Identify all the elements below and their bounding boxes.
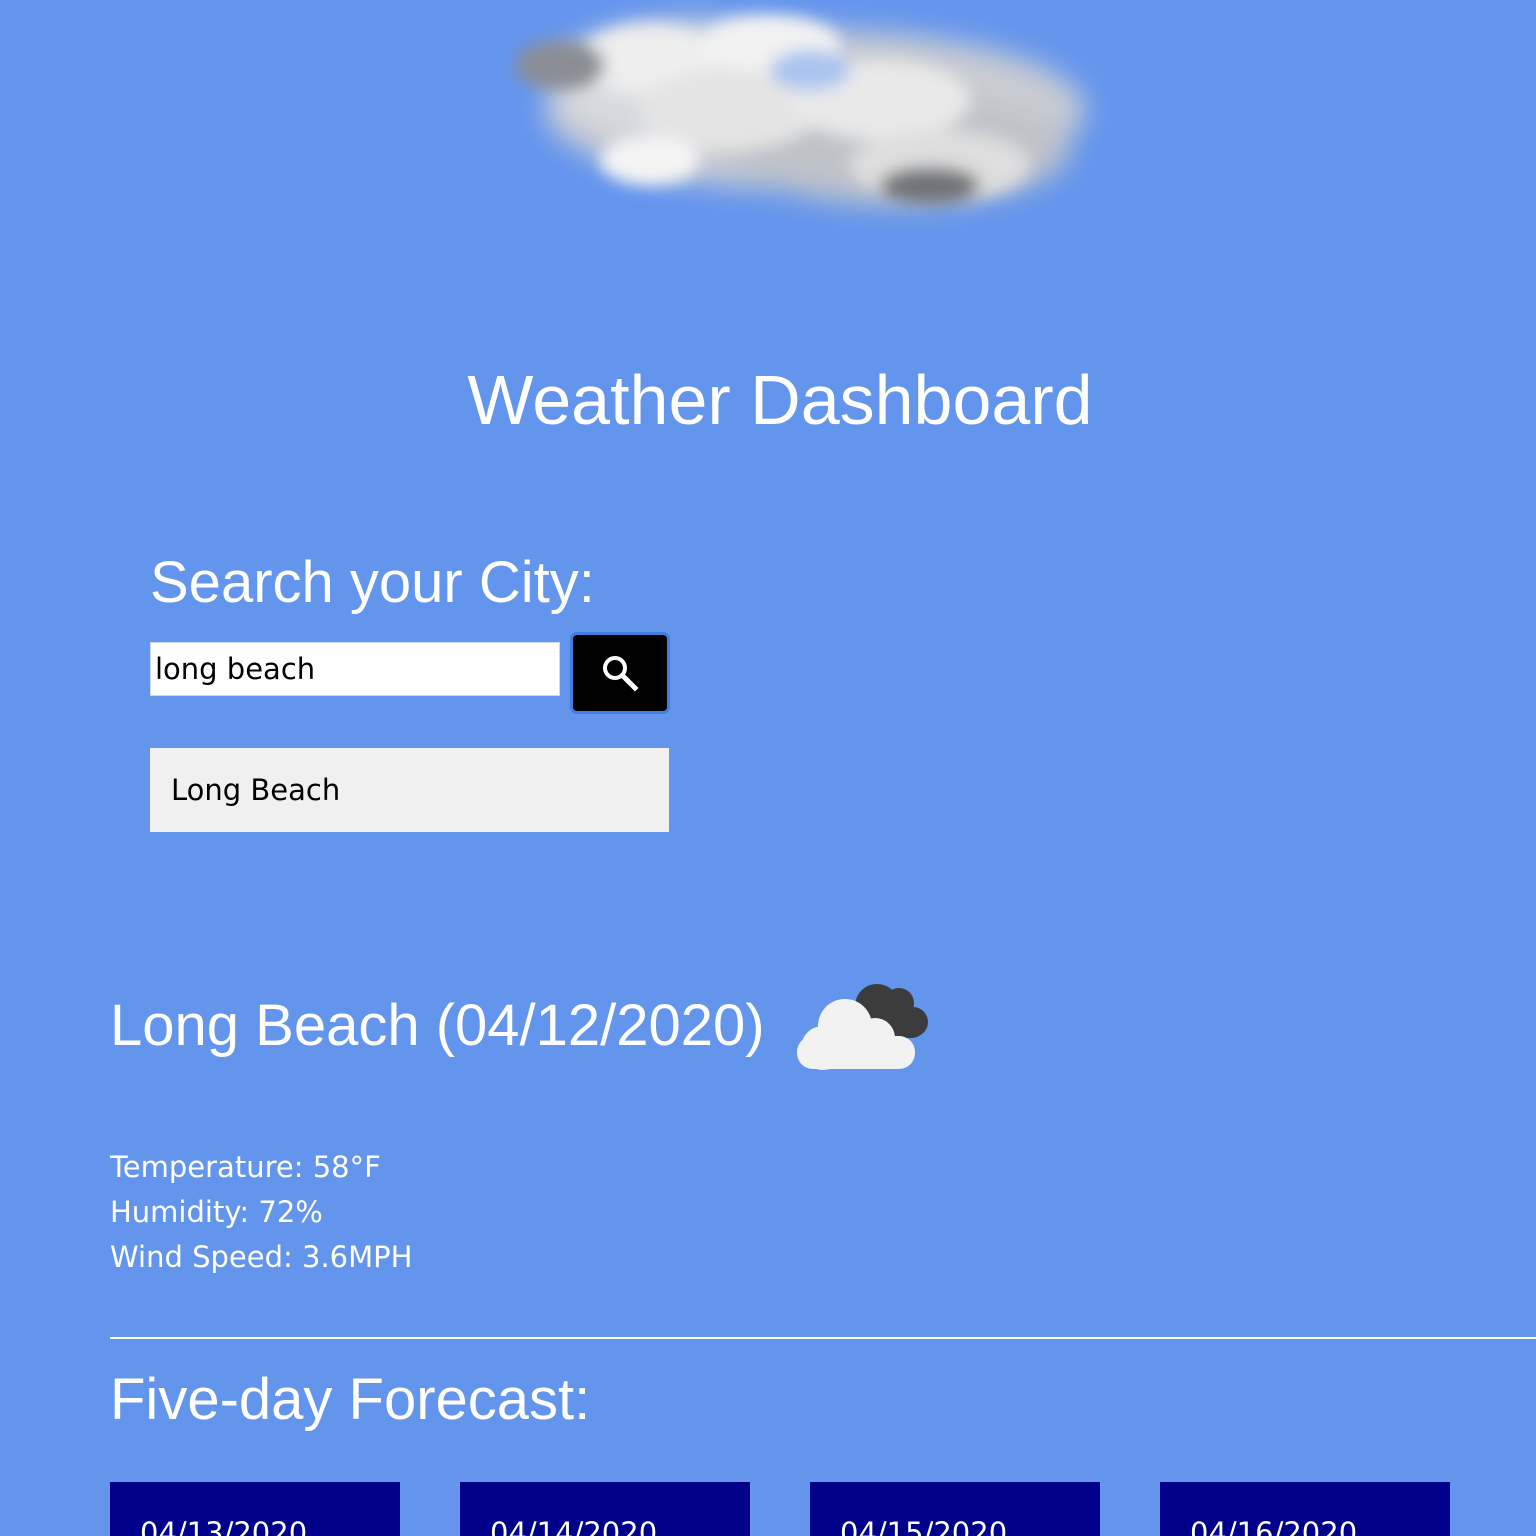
humidity-text: Humidity: 72% <box>110 1195 323 1229</box>
search-heading: Search your City: <box>150 550 595 615</box>
wind-speed-text: Wind Speed: 3.6MPH <box>110 1240 413 1274</box>
search-icon <box>603 656 639 692</box>
section-divider <box>110 1337 1536 1339</box>
city-search-input[interactable] <box>150 642 560 696</box>
forecast-cards: 04/13/2020 04/14/2020 04/15/2020 04/16/2… <box>110 1482 1450 1536</box>
forecast-card: 04/16/2020 <box>1160 1482 1450 1536</box>
broken-clouds-icon <box>796 984 928 1070</box>
forecast-date: 04/13/2020 <box>140 1516 308 1536</box>
current-city-title: Long Beach (04/12/2020) <box>110 993 765 1058</box>
search-button[interactable] <box>570 632 670 714</box>
temperature-text: Temperature: 58°F <box>110 1150 381 1184</box>
forecast-card: 04/13/2020 <box>110 1482 400 1536</box>
current-weather-header: Long Beach (04/12/2020) <box>110 976 935 1076</box>
forecast-heading: Five-day Forecast: <box>110 1367 591 1432</box>
cloud-image <box>515 15 1085 205</box>
page-title: Weather Dashboard <box>467 361 1093 439</box>
current-weather-stats: Temperature: 58°F Humidity: 72% Wind Spe… <box>110 1145 412 1280</box>
forecast-date: 04/15/2020 <box>840 1516 1008 1536</box>
forecast-card: 04/14/2020 <box>460 1482 750 1536</box>
search-history-item[interactable]: Long Beach <box>150 748 669 832</box>
weather-dashboard-page: Weather Dashboard Search your City: Long… <box>0 0 1536 1536</box>
forecast-date: 04/16/2020 <box>1190 1516 1358 1536</box>
forecast-date: 04/14/2020 <box>490 1516 658 1536</box>
forecast-card: 04/15/2020 <box>810 1482 1100 1536</box>
